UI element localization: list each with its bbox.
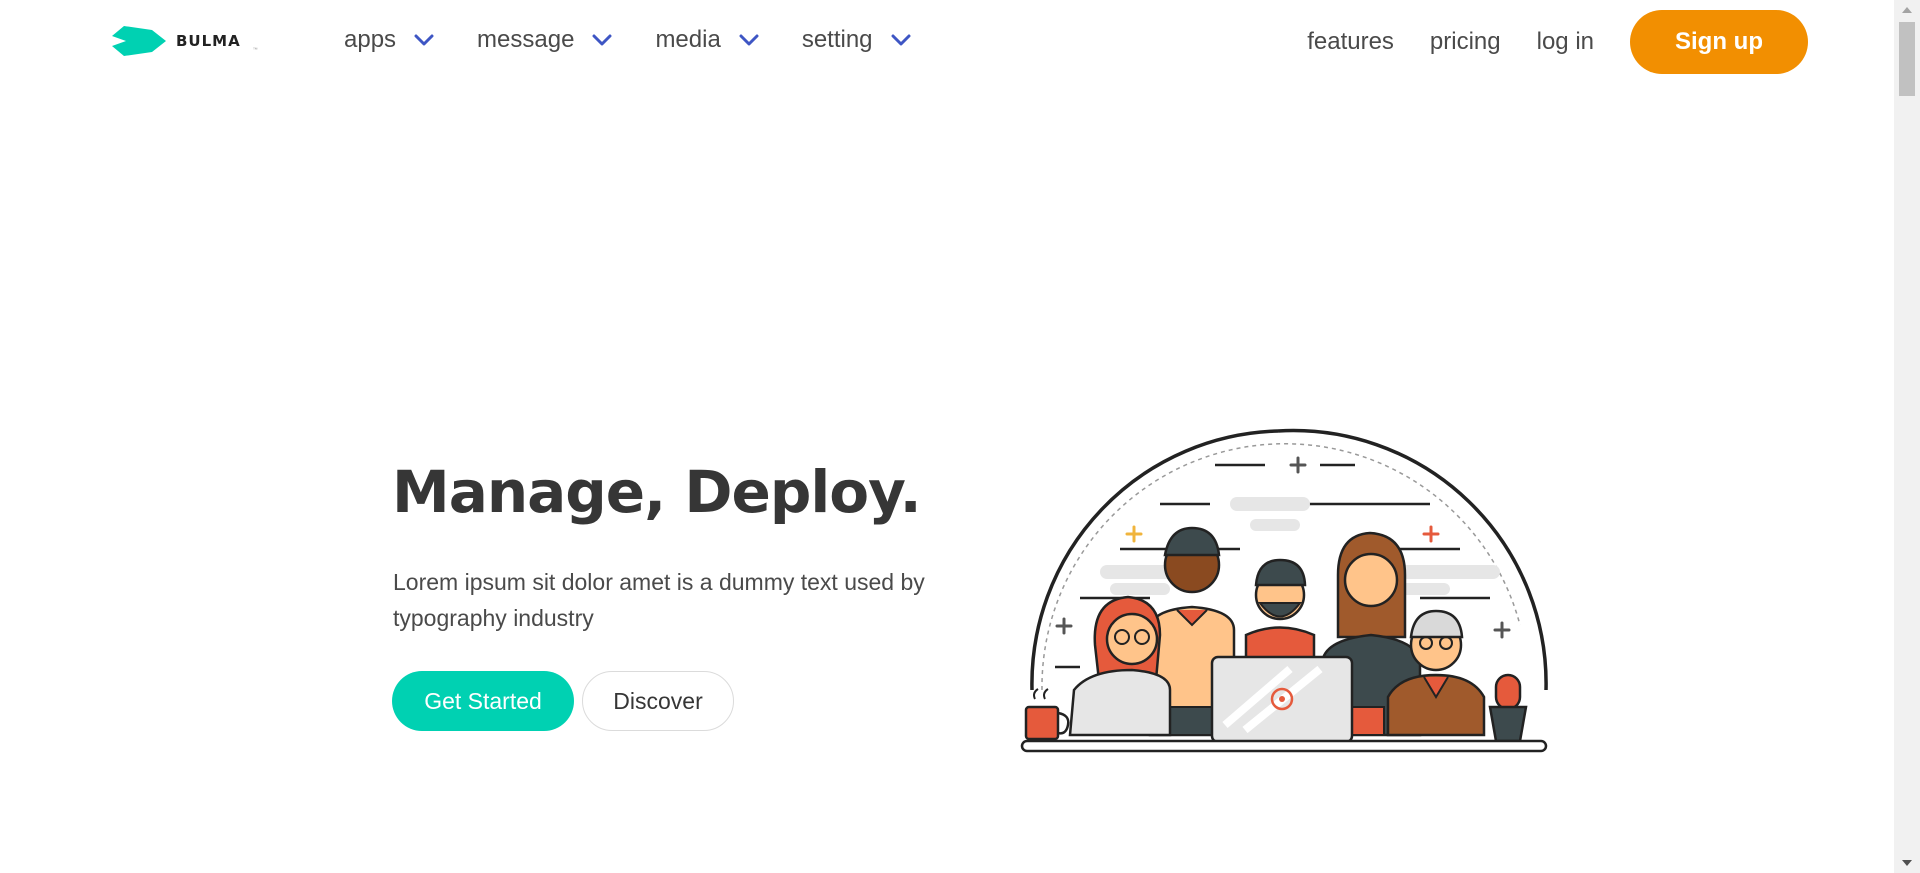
nav-actions: features pricing log in Sign up bbox=[1307, 10, 1808, 74]
get-started-button[interactable]: Get Started bbox=[392, 671, 574, 731]
brand-logo[interactable]: BULMA ™ bbox=[112, 26, 258, 56]
brand-name: BULMA bbox=[176, 32, 241, 50]
nav-menu-label: apps bbox=[344, 26, 397, 53]
chevron-down-icon bbox=[739, 34, 759, 46]
nav-menu-label: message bbox=[477, 26, 575, 53]
scroll-up-arrow-icon[interactable] bbox=[1902, 7, 1912, 13]
nav-menu-label: media bbox=[655, 26, 721, 53]
hero-description: Lorem ipsum sit dolor amet is a dummy te… bbox=[393, 569, 925, 631]
chevron-down-icon bbox=[592, 34, 612, 46]
chevron-down-icon bbox=[414, 34, 434, 46]
bulma-logo-icon bbox=[112, 26, 166, 56]
pricing-link[interactable]: pricing bbox=[1430, 28, 1501, 56]
nav-menu-media[interactable]: media bbox=[655, 26, 759, 54]
nav-menus: apps message media setting bbox=[344, 26, 911, 54]
team-at-laptop-illustration bbox=[1020, 428, 1548, 753]
hero-title: Manage, Deploy. bbox=[392, 458, 922, 526]
features-link[interactable]: features bbox=[1307, 28, 1394, 56]
signup-button[interactable]: Sign up bbox=[1630, 10, 1808, 74]
brand-trademark: ™ bbox=[252, 47, 258, 53]
scroll-down-arrow-icon[interactable] bbox=[1902, 860, 1912, 866]
chevron-down-icon bbox=[891, 34, 911, 46]
nav-menu-setting[interactable]: setting bbox=[802, 26, 911, 54]
discover-button[interactable]: Discover bbox=[582, 671, 734, 731]
nav-menu-apps[interactable]: apps bbox=[344, 26, 434, 54]
nav-menu-label: setting bbox=[801, 26, 873, 53]
login-link[interactable]: log in bbox=[1537, 28, 1594, 56]
vertical-scrollbar[interactable] bbox=[1894, 0, 1920, 873]
scroll-thumb[interactable] bbox=[1899, 22, 1915, 96]
top-navbar: BULMA ™ apps message media setting featu… bbox=[0, 0, 1894, 88]
landing-page: BULMA ™ apps message media setting featu… bbox=[0, 0, 1920, 873]
nav-menu-message[interactable]: message bbox=[477, 26, 612, 54]
